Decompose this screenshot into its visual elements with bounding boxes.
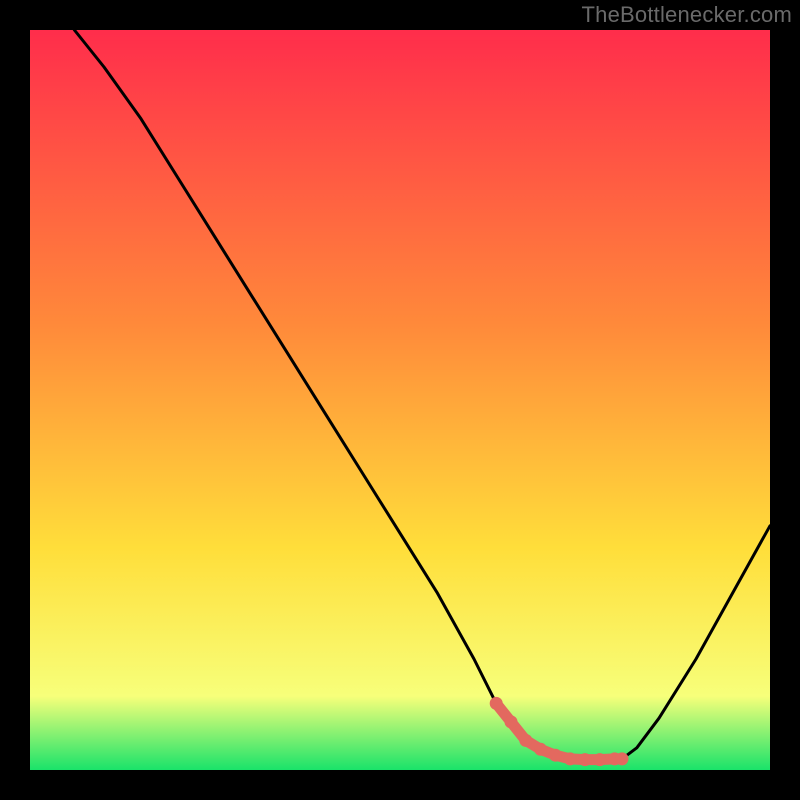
optimal-range-dot: [616, 752, 629, 765]
watermark-text: TheBottleneckеr.com: [582, 2, 792, 28]
optimal-range-dot: [505, 715, 518, 728]
chart-frame: TheBottleneckеr.com: [0, 0, 800, 800]
optimal-range-dot: [564, 752, 577, 765]
optimal-range-dot: [593, 753, 606, 766]
gradient-background: [30, 30, 770, 770]
optimal-range-dot: [534, 743, 547, 756]
optimal-range-dot: [519, 734, 532, 747]
optimal-range-dot: [490, 697, 503, 710]
bottleneck-chart: [0, 0, 800, 800]
optimal-range-dot: [549, 749, 562, 762]
optimal-range-dot: [579, 753, 592, 766]
